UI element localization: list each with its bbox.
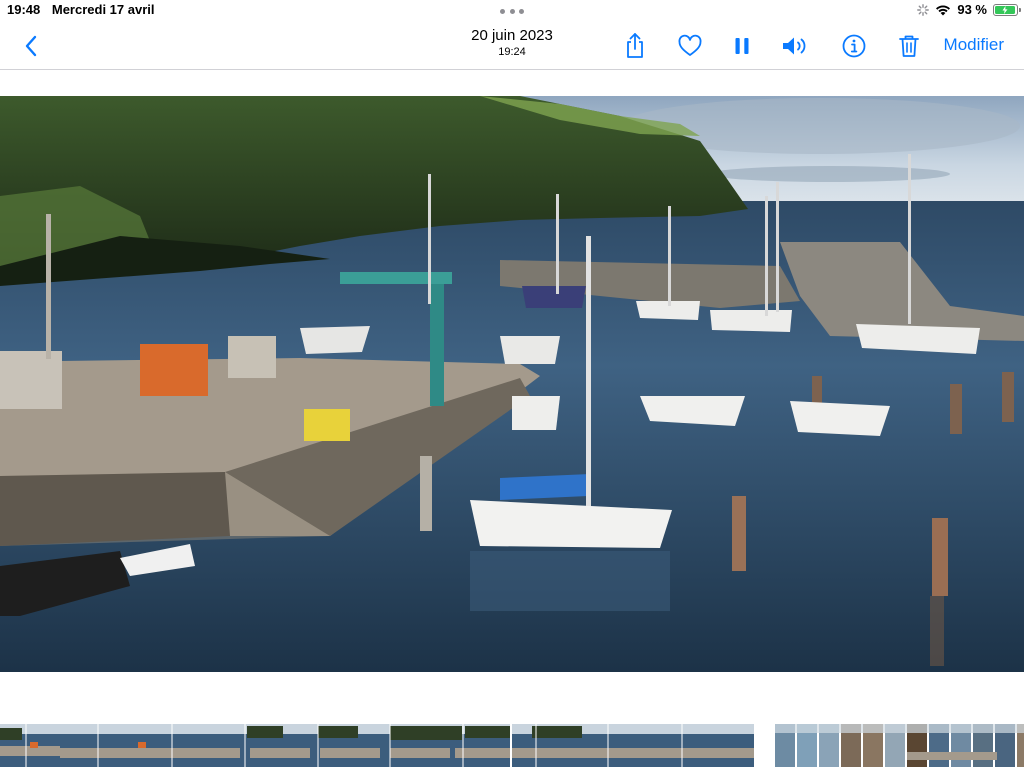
info-button[interactable] xyxy=(839,31,869,61)
back-button[interactable] xyxy=(18,32,46,60)
nav-bar: 20 juin 2023 19:24 Modifier xyxy=(0,22,1024,70)
battery-icon xyxy=(993,3,1021,16)
status-date: Mercredi 17 avril xyxy=(51,2,155,17)
thumbnail-filmstrip[interactable] xyxy=(0,723,1024,768)
battery-level xyxy=(995,5,1015,14)
photo-title: 20 juin 2023 19:24 xyxy=(412,27,612,58)
thumbnail-strip-current-video[interactable] xyxy=(0,724,510,767)
thumbnail-other-photos[interactable] xyxy=(775,724,1024,767)
multitasking-dots[interactable] xyxy=(500,9,524,15)
modify-button[interactable]: Modifier xyxy=(944,35,1004,55)
pause-button[interactable] xyxy=(727,31,757,61)
share-button[interactable] xyxy=(620,31,650,61)
trash-icon xyxy=(899,35,919,57)
photo-viewer[interactable] xyxy=(0,71,1024,723)
photo-time: 19:24 xyxy=(498,46,526,58)
activity-icon xyxy=(917,3,930,16)
heart-icon xyxy=(678,34,702,56)
thumbnail-strip-current-video-end[interactable] xyxy=(512,724,754,767)
chevron-left-icon xyxy=(25,35,37,57)
favorite-button[interactable] xyxy=(675,31,705,61)
pause-icon xyxy=(735,38,749,54)
status-right: 93 % xyxy=(911,2,1021,17)
status-left: 19:48 Mercredi 17 avril xyxy=(7,2,163,17)
info-icon xyxy=(842,34,866,58)
delete-button[interactable] xyxy=(894,31,924,61)
wifi-icon xyxy=(936,5,951,15)
sound-button[interactable] xyxy=(780,31,810,61)
status-bar: 19:48 Mercredi 17 avril 93 % xyxy=(0,0,1024,22)
share-icon xyxy=(627,33,643,58)
battery-percent: 93 % xyxy=(957,2,987,17)
status-time: 19:48 xyxy=(7,2,41,17)
photo-date: 20 juin 2023 xyxy=(471,27,553,44)
harbor-photo[interactable] xyxy=(0,96,1024,672)
speaker-icon xyxy=(783,37,806,55)
